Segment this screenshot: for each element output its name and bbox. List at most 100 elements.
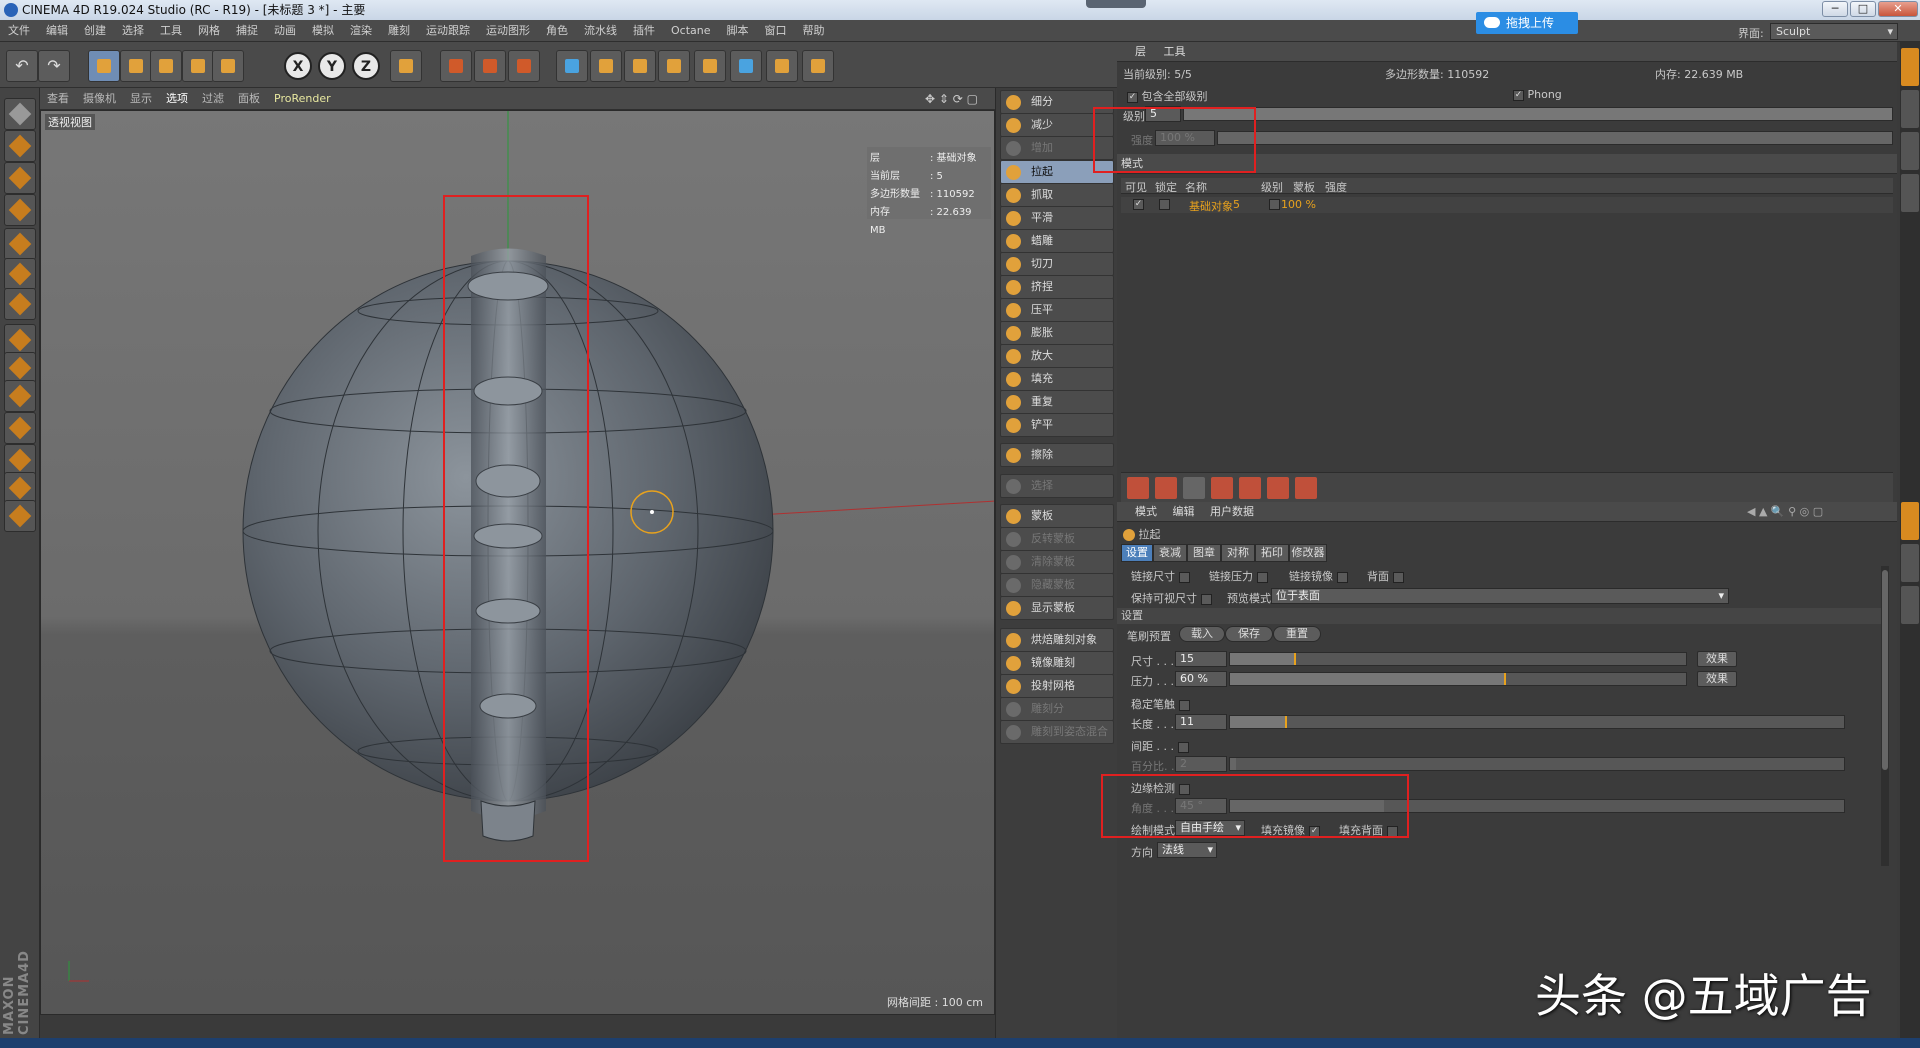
menu-item[interactable]: 脚本 bbox=[719, 20, 757, 42]
sculpt-brush-14[interactable]: 重复 bbox=[1000, 390, 1114, 414]
side-tab-4[interactable] bbox=[1901, 174, 1919, 212]
sculpt-brush-6[interactable]: 平滑 bbox=[1000, 206, 1114, 230]
z-axis-button[interactable]: Z bbox=[352, 52, 380, 80]
minimize-button[interactable]: ─ bbox=[1822, 1, 1848, 17]
undo-button[interactable]: ↶ bbox=[6, 50, 38, 82]
attr-tab-4[interactable]: 对称 bbox=[1221, 544, 1255, 562]
sculpt-brush-23[interactable]: 烘焙雕刻对象 bbox=[1000, 628, 1114, 652]
model-mode-button[interactable] bbox=[4, 130, 36, 162]
sculpt-brush-10[interactable]: 压平 bbox=[1000, 298, 1114, 322]
solo-mode-button[interactable] bbox=[4, 412, 36, 444]
pressure-input[interactable]: 60 % bbox=[1175, 671, 1227, 687]
attr-nav-icons[interactable]: ◀ ▲ 🔍 ⚲ ◎ ▢ bbox=[1747, 502, 1823, 522]
attr-menu-edit[interactable]: 编辑 bbox=[1173, 505, 1195, 518]
percent-input[interactable]: 2 bbox=[1175, 756, 1227, 772]
size-effect-button[interactable]: 效果 bbox=[1697, 651, 1737, 667]
menu-item[interactable]: 选择 bbox=[114, 20, 152, 42]
size-slider[interactable] bbox=[1229, 652, 1687, 666]
make-editable-button[interactable] bbox=[4, 98, 36, 130]
menu-item[interactable]: 网格 bbox=[190, 20, 228, 42]
light-button[interactable] bbox=[802, 50, 834, 82]
sculpt-brush-16[interactable]: 擦除 bbox=[1000, 443, 1114, 467]
polygon-mode-button[interactable] bbox=[4, 288, 36, 320]
select-tool-button[interactable] bbox=[88, 50, 120, 82]
stabilize-checkbox[interactable] bbox=[1179, 699, 1190, 711]
viewport-menu-item[interactable]: 面板 bbox=[231, 88, 267, 110]
menu-item[interactable]: 帮助 bbox=[795, 20, 833, 42]
attr-tab-6[interactable]: 修改器 bbox=[1289, 544, 1327, 562]
side-tab-2[interactable] bbox=[1901, 90, 1919, 128]
sculpt-brush-15[interactable]: 铲平 bbox=[1000, 413, 1114, 437]
preview-mode-dropdown[interactable]: 位于表面 ▾ bbox=[1271, 588, 1729, 604]
sculpt-brush-19[interactable]: 反转蒙板 bbox=[1000, 527, 1114, 551]
size-input[interactable]: 15 bbox=[1175, 651, 1227, 667]
y-axis-button[interactable]: Y bbox=[318, 52, 346, 80]
attr-tab-1[interactable]: 设置 bbox=[1121, 544, 1153, 562]
render-button[interactable] bbox=[474, 50, 506, 82]
grid-mode-button[interactable] bbox=[4, 500, 36, 532]
close-button[interactable]: ✕ bbox=[1878, 1, 1918, 17]
merge-layer-icon[interactable] bbox=[1211, 477, 1233, 499]
bake-layer-icon[interactable] bbox=[1267, 477, 1289, 499]
menu-item[interactable]: 文件 bbox=[0, 20, 38, 42]
phong-checkbox[interactable]: ✓ bbox=[1513, 89, 1524, 101]
sculpt-brush-17[interactable]: 选择 bbox=[1000, 474, 1114, 498]
menu-item[interactable]: 运动跟踪 bbox=[418, 20, 478, 42]
edge-mode-button[interactable] bbox=[4, 258, 36, 290]
include-all-levels[interactable]: ✓ 包含全部级别 bbox=[1123, 88, 1208, 104]
clear-layer-icon[interactable] bbox=[1295, 477, 1317, 499]
layout-dropdown[interactable]: Sculpt ▾ bbox=[1770, 23, 1898, 40]
snap-mode-button[interactable] bbox=[4, 380, 36, 412]
attr-tab-3[interactable]: 图章 bbox=[1187, 544, 1221, 562]
menu-item[interactable]: Octane bbox=[663, 20, 719, 42]
sculpt-brush-27[interactable]: 雕刻到姿态混合 bbox=[1000, 720, 1114, 744]
side-tab-3[interactable] bbox=[1901, 132, 1919, 170]
maximize-button[interactable]: □ bbox=[1850, 1, 1876, 17]
render-view-button[interactable] bbox=[440, 50, 472, 82]
sculpt-brush-21[interactable]: 隐藏蒙板 bbox=[1000, 573, 1114, 597]
redo-button[interactable]: ↷ bbox=[38, 50, 70, 82]
spacing-checkbox[interactable] bbox=[1177, 741, 1189, 753]
menu-item[interactable]: 工具 bbox=[152, 20, 190, 42]
tab-layers[interactable]: 层 bbox=[1135, 45, 1146, 58]
save-button[interactable]: 保存 bbox=[1225, 626, 1273, 642]
menu-item[interactable]: 动画 bbox=[266, 20, 304, 42]
viewport-menu-item[interactable]: 选项 bbox=[159, 88, 195, 110]
sculpt-brush-18[interactable]: 蒙板 bbox=[1000, 504, 1114, 528]
upload-button[interactable]: 拖拽上传 bbox=[1476, 12, 1578, 34]
link-mirror-checkbox[interactable] bbox=[1337, 571, 1348, 583]
sculpt-brush-5[interactable]: 抓取 bbox=[1000, 183, 1114, 207]
attributes-scrollbar[interactable] bbox=[1881, 566, 1889, 866]
sculpt-brush-11[interactable]: 膨胀 bbox=[1000, 321, 1114, 345]
menu-item[interactable]: 模拟 bbox=[304, 20, 342, 42]
layer-mask-check[interactable] bbox=[1269, 199, 1280, 210]
attr-tab-2[interactable]: 衰减 bbox=[1153, 544, 1187, 562]
sculpt-brush-25[interactable]: 投射网格 bbox=[1000, 674, 1114, 698]
sculpt-brush-8[interactable]: 切刀 bbox=[1000, 252, 1114, 276]
menu-item[interactable]: 运动图形 bbox=[478, 20, 538, 42]
pressure-effect-button[interactable]: 效果 bbox=[1697, 671, 1737, 687]
attr-tab-5[interactable]: 拓印 bbox=[1255, 544, 1289, 562]
floor-button[interactable] bbox=[730, 50, 762, 82]
menu-item[interactable]: 窗口 bbox=[757, 20, 795, 42]
menu-item[interactable]: 渲染 bbox=[342, 20, 380, 42]
keep-visual-size[interactable]: 保持可视尺寸 bbox=[1131, 590, 1212, 606]
link-mirror[interactable]: 链接镜像 bbox=[1289, 568, 1348, 584]
length-input[interactable]: 11 bbox=[1175, 714, 1227, 730]
copy-layer-icon[interactable] bbox=[1239, 477, 1261, 499]
sculpt-brush-26[interactable]: 雕刻分 bbox=[1000, 697, 1114, 721]
level-slider[interactable] bbox=[1183, 107, 1893, 121]
percent-slider[interactable] bbox=[1229, 757, 1845, 771]
side-tab-attributes[interactable] bbox=[1901, 502, 1919, 540]
menu-item[interactable]: 编辑 bbox=[38, 20, 76, 42]
menu-item[interactable]: 捕捉 bbox=[228, 20, 266, 42]
coordinate-button[interactable] bbox=[390, 50, 422, 82]
add-folder-icon[interactable] bbox=[1155, 477, 1177, 499]
stabilize[interactable]: 稳定笔触 bbox=[1131, 696, 1190, 712]
keep-size-checkbox[interactable] bbox=[1201, 593, 1212, 605]
x-axis-button[interactable]: X bbox=[284, 52, 312, 80]
point-mode-button[interactable] bbox=[4, 228, 36, 260]
rotate-tool-button[interactable] bbox=[182, 50, 214, 82]
menu-item[interactable]: 插件 bbox=[625, 20, 663, 42]
subdivision-button[interactable] bbox=[624, 50, 656, 82]
